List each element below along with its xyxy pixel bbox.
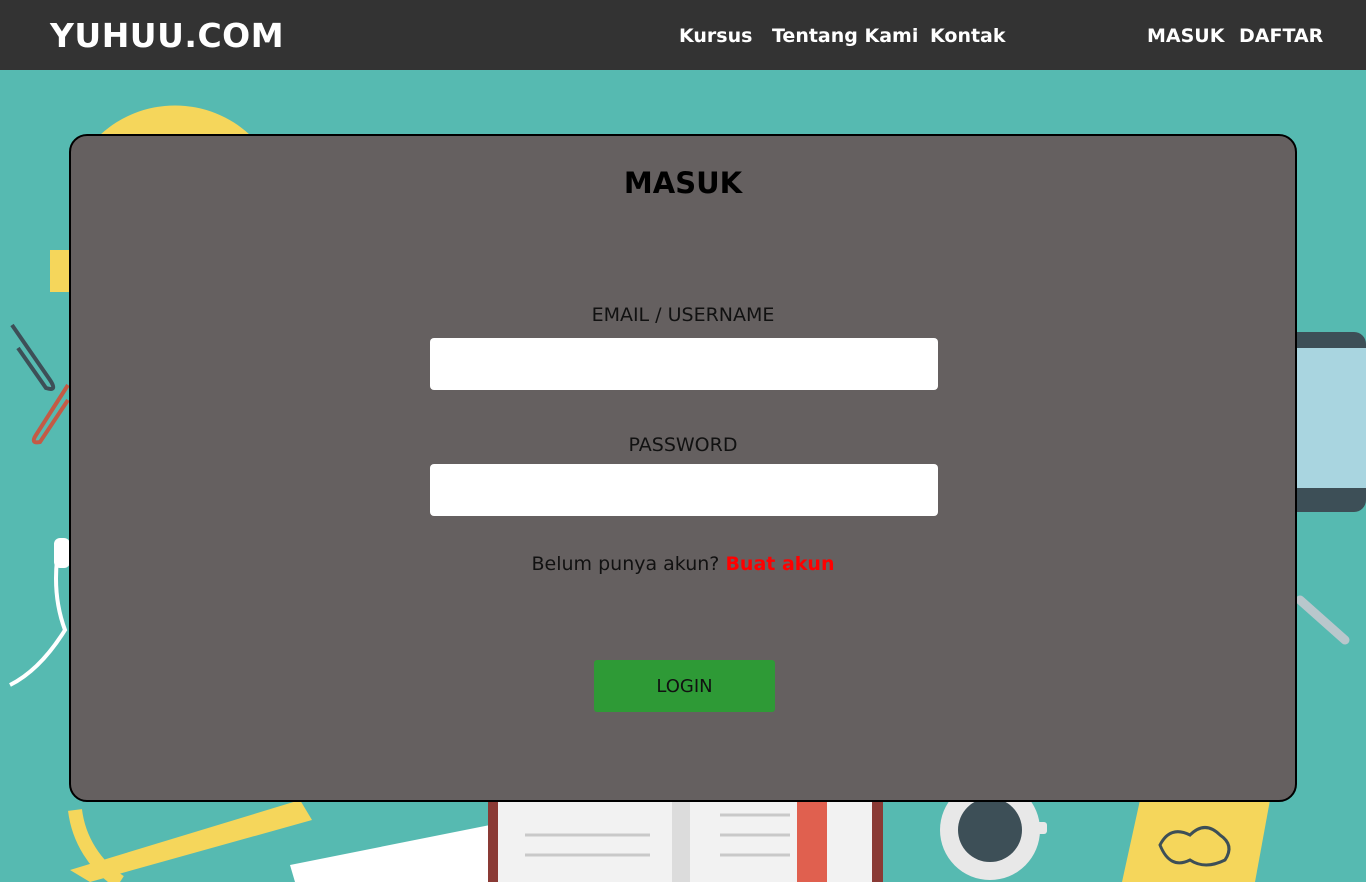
email-input[interactable]	[430, 338, 938, 390]
email-label: EMAIL / USERNAME	[591, 304, 775, 326]
pen-shape	[1295, 595, 1350, 645]
login-card: MASUK EMAIL / USERNAME PASSWORD Belum pu…	[69, 134, 1297, 802]
nav-login-link[interactable]: MASUK	[1147, 25, 1224, 47]
login-button[interactable]: LOGIN	[594, 660, 775, 712]
sticky-note-right	[1122, 800, 1270, 882]
earphone-bud	[54, 538, 70, 568]
paper-shape	[290, 825, 495, 882]
brand-logo[interactable]: YUHUU.COM	[50, 16, 284, 55]
nav-link-kontak[interactable]: Kontak	[930, 25, 1006, 47]
create-account-link[interactable]: Buat akun	[725, 553, 834, 575]
signup-prompt-text: Belum punya akun?	[531, 553, 720, 575]
nav-link-tentang-kami[interactable]: Tentang Kami	[772, 25, 918, 47]
password-input[interactable]	[430, 464, 938, 516]
password-label: PASSWORD	[628, 434, 738, 456]
login-title: MASUK	[623, 166, 743, 200]
top-navbar: YUHUU.COM Kursus Tentang Kami Kontak MAS…	[0, 0, 1366, 70]
paperclip-icon	[10, 323, 70, 445]
signup-prompt-row: Belum punya akun? Buat akun	[71, 553, 1295, 575]
nav-link-kursus[interactable]: Kursus	[679, 25, 752, 47]
nav-register-link[interactable]: DAFTAR	[1239, 25, 1323, 47]
